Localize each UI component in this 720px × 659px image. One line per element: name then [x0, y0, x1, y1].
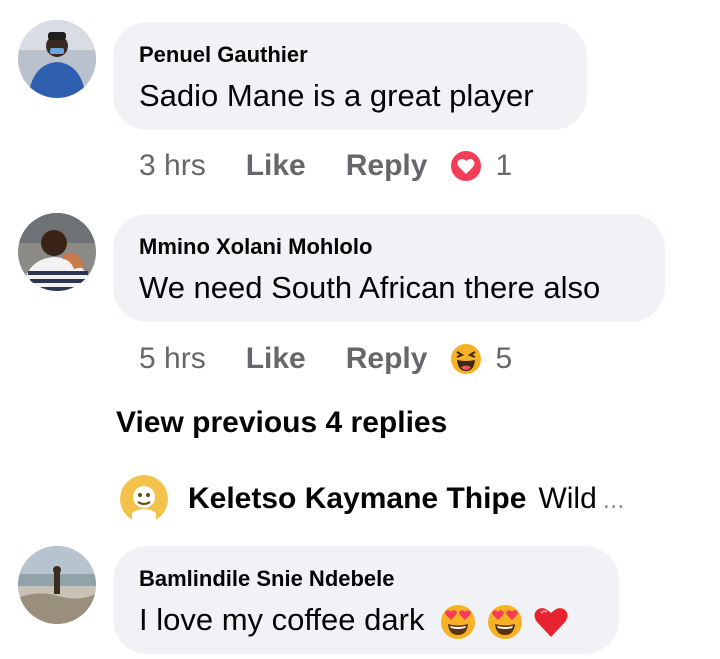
red-heart-emoji-icon: [532, 603, 570, 641]
reply-ellipsis: ...: [602, 483, 625, 514]
reply-button[interactable]: Reply: [346, 342, 428, 376]
reaction-count[interactable]: 1: [495, 149, 512, 183]
reply-author[interactable]: Keletso Kaymane Thipe: [188, 482, 526, 516]
comment-text: We need South African there also: [139, 270, 601, 305]
comment-bubble: Mmino Xolani Mohlolo We need South Afric…: [113, 214, 665, 322]
heart-eyes-emoji-icon: [439, 603, 477, 641]
view-previous-replies-link[interactable]: View previous 4 replies: [116, 406, 447, 440]
avatar[interactable]: [18, 213, 96, 291]
comment-actions: 5 hrs Like Reply 5: [139, 339, 512, 379]
comment-time[interactable]: 3 hrs: [139, 149, 206, 183]
comment-author[interactable]: Mmino Xolani Mohlolo: [139, 234, 639, 260]
collapsed-reply[interactable]: Keletso Kaymane Thipe Wild ...: [120, 474, 624, 524]
comment-bubble: Bamlindile Snie Ndebele I love my coffee…: [113, 546, 619, 654]
like-button[interactable]: Like: [246, 342, 306, 376]
comment-text-content: I love my coffee dark: [139, 602, 425, 637]
comment-author[interactable]: Penuel Gauthier: [139, 42, 561, 68]
comment-text: Sadio Mane is a great player: [139, 78, 534, 113]
comment-time[interactable]: 5 hrs: [139, 342, 206, 376]
reply-snippet: Wild: [538, 482, 597, 515]
comment-text: I love my coffee dark: [139, 600, 593, 641]
comment-actions: 3 hrs Like Reply 1: [139, 146, 512, 186]
avatar[interactable]: [120, 475, 168, 523]
avatar[interactable]: [18, 20, 96, 98]
comment-bubble: Penuel Gauthier Sadio Mane is a great pl…: [113, 22, 587, 130]
heart-eyes-emoji-icon: [486, 603, 524, 641]
love-reaction-icon[interactable]: [449, 149, 484, 183]
reply-button[interactable]: Reply: [346, 149, 428, 183]
avatar[interactable]: [18, 546, 96, 624]
reaction-count[interactable]: 5: [495, 342, 512, 376]
like-button[interactable]: Like: [246, 149, 306, 183]
comment-author[interactable]: Bamlindile Snie Ndebele: [139, 566, 593, 592]
haha-reaction-icon[interactable]: [449, 342, 484, 376]
